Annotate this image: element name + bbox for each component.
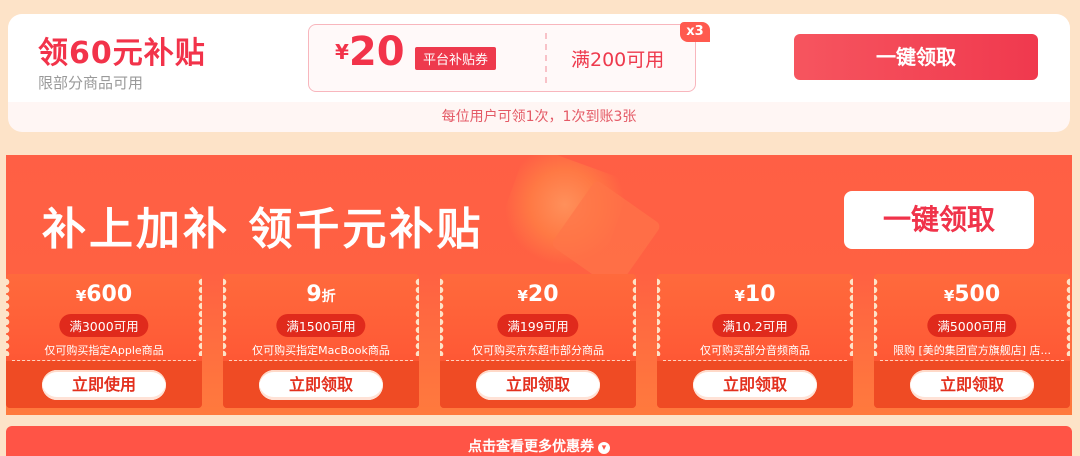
coupon-condition: 满1500可用 [276, 314, 366, 337]
coupon-amount: 10 [744, 282, 776, 307]
coupon-divider [446, 360, 630, 361]
use-now-button[interactable]: 立即使用 [42, 370, 166, 400]
coupon-amount: 600 [86, 282, 133, 307]
coupon-card: ¥10 满10.2可用 仅可购买部分音频商品 立即领取 [657, 274, 853, 408]
claim-limit-note: 每位用户可领1次，1次到账3张 [441, 109, 637, 125]
currency-symbol: ¥ [943, 287, 955, 305]
coupon-card: ¥20 满199可用 仅可购买京东超市部分商品 立即领取 [440, 274, 636, 408]
coupon-value: 9折 [223, 282, 419, 307]
more-coupons-link[interactable]: 点击查看更多优惠券 ▾ [6, 436, 1072, 456]
claim-all-button[interactable]: 一键领取 [794, 34, 1038, 80]
coupon-description: 仅可购买部分音频商品 [700, 344, 810, 357]
coupon-value: ¥500 [874, 282, 1070, 307]
coupon-amount: ¥20 [335, 29, 405, 75]
coupon-condition: 满5000可用 [927, 314, 1017, 337]
banner-title: 补上加补 领千元补贴 [42, 204, 484, 255]
more-coupons-bar[interactable]: 点击查看更多优惠券 ▾ [6, 426, 1072, 456]
coupon-divider [12, 360, 196, 361]
currency-symbol: ¥ [335, 40, 349, 64]
coupon-multiplier-badge: x3 [680, 22, 710, 42]
currency-symbol: ¥ [517, 287, 528, 305]
coupon-description: 仅可购买京东超市部分商品 [472, 344, 604, 357]
currency-symbol: ¥ [734, 287, 745, 305]
subsidy-card: 领60元补贴 限部分商品可用 ¥20 平台补贴券 满200可用 x3 一键领取 … [8, 14, 1070, 132]
coupon-value: 20 [348, 29, 405, 75]
coupon-condition: 满199可用 [497, 314, 579, 337]
coupon-value: ¥10 [657, 282, 853, 307]
coupon-amount: 500 [954, 282, 1001, 307]
coupon-value: ¥600 [6, 282, 202, 307]
chevron-down-icon: ▾ [598, 442, 610, 454]
coupon-divider [229, 360, 413, 361]
subsidy-title: 领60元补贴 [38, 36, 206, 71]
coupon-card: 9折 满1500可用 仅可购买指定MacBook商品 立即领取 [223, 274, 419, 408]
claim-now-button[interactable]: 立即领取 [910, 370, 1034, 400]
coupon-description: 仅可购买指定Apple商品 [44, 344, 164, 357]
coupon-divider [880, 360, 1064, 361]
coupon-divider [663, 360, 847, 361]
coupon-unit: 折 [321, 289, 336, 305]
coupon-value: ¥20 [440, 282, 636, 307]
coupon-condition: 满10.2可用 [712, 314, 798, 337]
coupon-amount: 9 [306, 282, 322, 307]
more-coupons-label: 点击查看更多优惠券 [468, 439, 594, 455]
claim-now-button[interactable]: 立即领取 [693, 370, 817, 400]
coupon-card: ¥500 满5000可用 限购 [美的集团官方旗舰店] 店... 立即领取 [874, 274, 1070, 408]
coupon-type-tag: 平台补贴券 [415, 47, 497, 70]
coupon-card: ¥600 满3000可用 仅可购买指定Apple商品 立即使用 [6, 274, 202, 408]
subsidy-subtitle: 限部分商品可用 [38, 74, 144, 92]
ticket-divider [545, 33, 547, 83]
coupon-condition: 满200可用 [571, 49, 665, 71]
platform-coupon-ticket: ¥20 平台补贴券 满200可用 [308, 24, 696, 92]
coupon-amount: 20 [527, 282, 559, 307]
coupon-condition: 满3000可用 [59, 314, 149, 337]
claim-now-button[interactable]: 立即领取 [259, 370, 383, 400]
coupon-description: 仅可购买指定MacBook商品 [252, 344, 390, 357]
coupon-list: ¥600 满3000可用 仅可购买指定Apple商品 立即使用 9折 满1500… [6, 274, 1072, 410]
banner-claim-all-button[interactable]: 一键领取 [844, 191, 1034, 249]
coupon-description: 限购 [美的集团官方旗舰店] 店... [892, 344, 1052, 357]
currency-symbol: ¥ [75, 287, 87, 305]
claim-now-button[interactable]: 立即领取 [476, 370, 600, 400]
